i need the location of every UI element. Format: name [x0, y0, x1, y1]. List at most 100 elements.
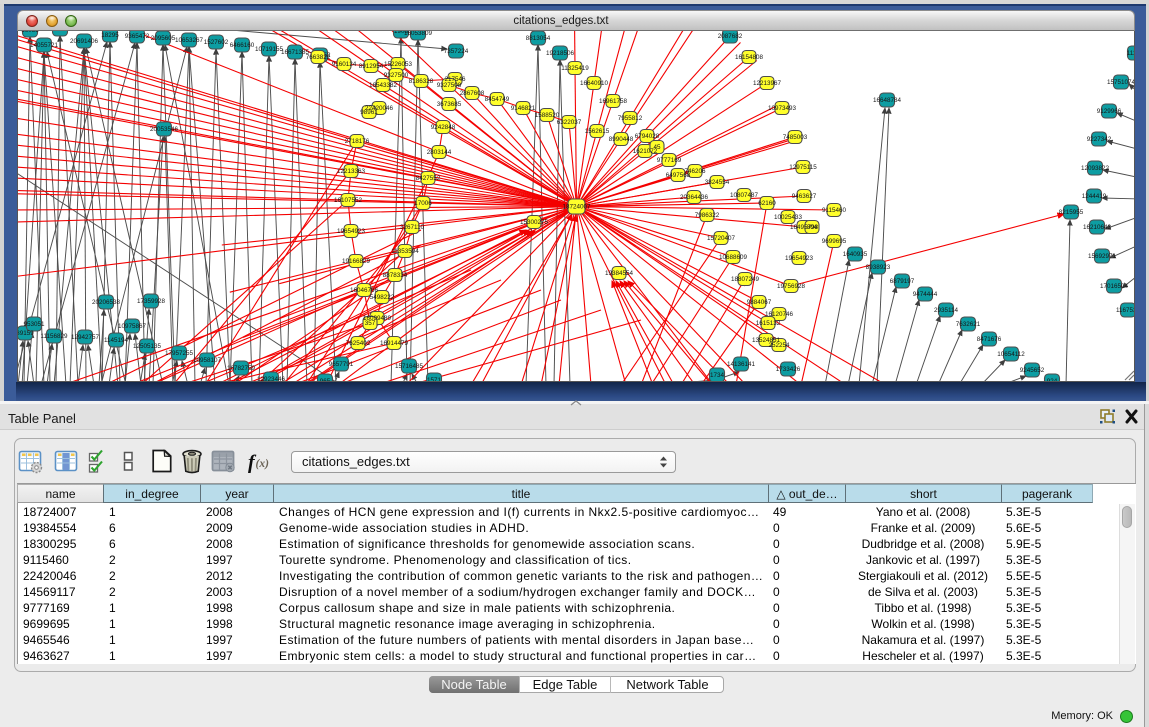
svg-text:8186328: 8186328 [409, 78, 434, 85]
svg-text:16914479: 16914479 [380, 340, 409, 347]
svg-text:10688609: 10688609 [719, 254, 748, 261]
svg-text:16648784: 16648784 [873, 97, 902, 104]
svg-text:16120746: 16120746 [765, 311, 794, 318]
svg-text:1145194: 1145194 [104, 337, 129, 344]
svg-text:16154808: 16154808 [735, 54, 764, 61]
svg-text:8938923: 8938923 [866, 264, 891, 271]
svg-text:9227342: 9227342 [1087, 136, 1112, 143]
svg-text:45: 45 [653, 144, 661, 151]
svg-text:10025433: 10025433 [774, 214, 803, 221]
svg-text:98961: 98961 [360, 109, 378, 116]
svg-text:16961758: 16961758 [599, 98, 628, 105]
svg-text:9474444: 9474444 [913, 291, 938, 298]
svg-text:9365472: 9365472 [125, 33, 150, 40]
svg-text:8215955: 8215955 [1059, 209, 1084, 216]
svg-text:10653267: 10653267 [175, 37, 204, 44]
svg-text:252254: 252254 [768, 342, 790, 349]
svg-text:953051: 953051 [23, 321, 45, 328]
svg-text:1640935: 1640935 [843, 251, 868, 258]
svg-text:12975115: 12975115 [789, 164, 817, 171]
svg-text:2718176: 2718176 [345, 138, 370, 145]
svg-text:3267110: 3267110 [400, 224, 425, 231]
svg-text:10973493: 10973493 [768, 105, 797, 112]
svg-text:19654923: 19654923 [785, 255, 814, 262]
svg-text:14136141: 14136141 [727, 361, 756, 368]
svg-text:8813054: 8813054 [526, 35, 551, 42]
svg-text:12505135: 12505135 [133, 343, 162, 350]
svg-text:9463627: 9463627 [792, 193, 817, 200]
svg-text:12213363: 12213363 [337, 168, 366, 175]
svg-text:9327500: 9327500 [384, 72, 409, 79]
svg-text:10654112: 10654112 [997, 351, 1025, 358]
svg-text:16640910: 16640910 [580, 80, 609, 87]
svg-text:1167533: 1167533 [1116, 307, 1135, 314]
svg-text:6322037: 6322037 [557, 119, 582, 126]
svg-text:15716485: 15716485 [395, 363, 424, 370]
svg-text:924: 924 [1047, 378, 1058, 382]
svg-text:16782759: 16782759 [227, 365, 256, 372]
svg-text:16053809: 16053809 [404, 31, 433, 37]
svg-text:19218506: 19218506 [546, 50, 575, 57]
svg-text:8454749: 8454749 [485, 96, 510, 103]
svg-text:20206538: 20206538 [92, 299, 121, 306]
svg-text:19166829: 19166829 [342, 258, 371, 265]
svg-text:2935114: 2935114 [934, 307, 959, 314]
svg-text:9657791: 9657791 [329, 361, 354, 368]
svg-text:6879197: 6879197 [890, 278, 915, 285]
svg-text:8878334: 8878334 [383, 272, 408, 279]
svg-text:7986322: 7986322 [695, 212, 720, 219]
svg-text:15300275: 15300275 [520, 219, 549, 226]
svg-text:11325419: 11325419 [561, 65, 589, 72]
svg-text:(x): (x) [256, 458, 270, 470]
svg-text:18724007: 18724007 [562, 204, 591, 211]
svg-text:9884067: 9884067 [747, 299, 772, 306]
svg-text:3824554: 3824554 [705, 179, 730, 186]
svg-text:2095605: 2095605 [151, 35, 176, 42]
svg-text:18295: 18295 [101, 32, 119, 39]
svg-text:10719155: 10719155 [255, 46, 284, 53]
svg-text:1734: 1734 [710, 372, 725, 379]
svg-text:15226053: 15226053 [384, 61, 413, 68]
svg-text:20053546: 20053546 [150, 126, 179, 133]
svg-text:2803144: 2803144 [427, 149, 452, 156]
svg-text:357: 357 [365, 320, 376, 327]
svg-text:5498222: 5498222 [370, 294, 395, 301]
svg-text:15751074: 15751074 [1107, 79, 1135, 86]
svg-text:7663822: 7663822 [306, 54, 331, 61]
svg-text:14055721: 14055721 [30, 42, 59, 49]
svg-text:804: 804 [807, 224, 818, 231]
svg-text:16107552: 16107552 [334, 197, 363, 204]
svg-text:9242848: 9242848 [431, 124, 456, 131]
svg-text:2867608: 2867608 [460, 90, 485, 97]
svg-text:17359928: 17359928 [137, 298, 166, 305]
svg-text:9777169: 9777169 [657, 157, 682, 164]
svg-text:9115460: 9115460 [822, 207, 847, 214]
svg-text:17016504: 17016504 [1100, 283, 1129, 290]
svg-text:6794028: 6794028 [635, 133, 660, 140]
svg-text:11171: 11171 [1127, 50, 1135, 57]
svg-text:965: 965 [320, 378, 331, 382]
svg-text:2087682: 2087682 [718, 33, 743, 40]
svg-text:8427552: 8427552 [416, 175, 441, 182]
svg-text:7632621: 7632621 [956, 321, 981, 328]
svg-text:1588520: 1588520 [535, 112, 560, 119]
svg-text:11156829: 11156829 [40, 333, 68, 340]
svg-text:16210643: 16210643 [1083, 224, 1112, 231]
svg-text:10958107: 10958107 [193, 357, 222, 364]
svg-text:20364436: 20364436 [680, 194, 709, 201]
svg-text:10807487: 10807487 [730, 192, 759, 199]
svg-text:9146821: 9146821 [511, 105, 536, 112]
svg-text:1571: 1571 [427, 377, 442, 382]
svg-text:62160: 62160 [758, 200, 776, 207]
svg-text:12942757: 12942757 [71, 334, 100, 341]
svg-text:20691406: 20691406 [70, 38, 99, 45]
svg-text:16543382: 16543382 [369, 82, 398, 89]
svg-text:12213967: 12213967 [753, 80, 782, 87]
svg-text:15720407: 15720407 [707, 235, 736, 242]
svg-text:6497568: 6497568 [666, 172, 691, 179]
svg-text:17957255: 17957255 [165, 350, 194, 357]
svg-text:16053: 16053 [21, 31, 39, 34]
svg-text:11353594: 11353594 [391, 248, 419, 255]
svg-text:7357224: 7357224 [444, 48, 469, 55]
svg-text:7485003: 7485003 [783, 134, 808, 141]
